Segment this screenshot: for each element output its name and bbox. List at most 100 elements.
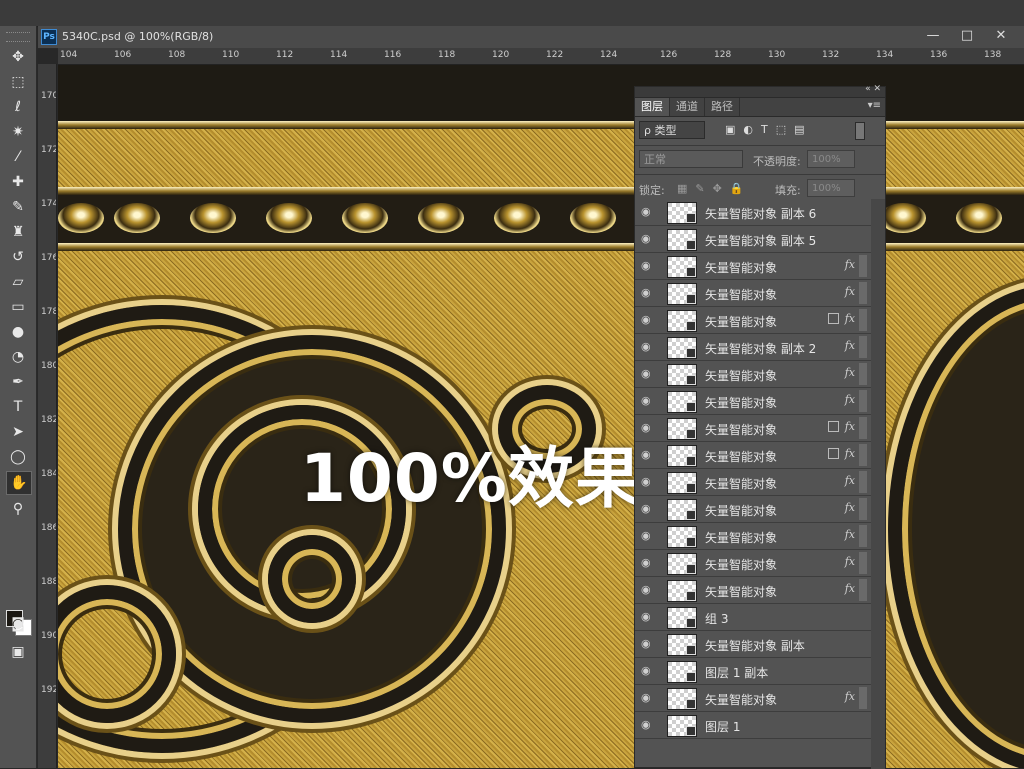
layer-row[interactable]: ◉ 矢量智能对象 fx	[635, 280, 871, 307]
minimize-button[interactable]: —	[916, 26, 950, 46]
visibility-eye-icon[interactable]: ◉	[641, 529, 651, 542]
layer-name[interactable]: 矢量智能对象 副本	[705, 637, 805, 654]
layer-name[interactable]: 矢量智能对象	[705, 691, 777, 708]
expand-effects-toggle[interactable]	[859, 579, 867, 601]
document-tab-bar[interactable]: Ps 5340C.psd @ 100%(RGB/8) — □ ✕	[38, 26, 1024, 49]
layer-name[interactable]: 矢量智能对象	[705, 529, 777, 546]
layer-row[interactable]: ◉ 矢量智能对象 fx	[635, 523, 871, 550]
layer-name[interactable]: 矢量智能对象 副本 5	[705, 232, 816, 249]
layer-name[interactable]: 矢量智能对象	[705, 475, 777, 492]
layer-row[interactable]: ◉ 矢量智能对象 fx	[635, 496, 871, 523]
visibility-eye-icon[interactable]: ◉	[641, 610, 651, 623]
marquee-icon[interactable]: ⬚	[6, 71, 30, 93]
visibility-eye-icon[interactable]: ◉	[641, 394, 651, 407]
fx-icon[interactable]: fx	[845, 474, 855, 487]
layer-row[interactable]: ◉ 矢量智能对象 fx	[635, 469, 871, 496]
layer-row[interactable]: ◉ 图层 1	[635, 712, 871, 739]
type-icon[interactable]: T	[6, 396, 30, 418]
tab-layers[interactable]: 图层	[635, 98, 670, 116]
dodge-icon[interactable]: ◔	[6, 346, 30, 368]
tab-paths[interactable]: 路径	[705, 98, 740, 116]
fx-icon[interactable]: fx	[845, 582, 855, 595]
brush-icon[interactable]: ✎	[6, 196, 30, 218]
lock-transparent-icon[interactable]: ▦	[677, 182, 687, 195]
layer-row[interactable]: ◉ 矢量智能对象 fx	[635, 388, 871, 415]
expand-effects-toggle[interactable]	[859, 417, 867, 439]
close-button[interactable]: ✕	[984, 26, 1018, 46]
layer-name[interactable]: 图层 1	[705, 718, 740, 735]
layer-row[interactable]: ◉ 矢量智能对象 fx	[635, 550, 871, 577]
vertical-ruler[interactable]: 170 172 174 176 178 180 182 184 186 188 …	[38, 64, 57, 768]
visibility-eye-icon[interactable]: ◉	[641, 286, 651, 299]
expand-effects-toggle[interactable]	[859, 687, 867, 709]
layer-name[interactable]: 矢量智能对象	[705, 259, 777, 276]
fx-icon[interactable]: fx	[845, 528, 855, 541]
document-title[interactable]: 5340C.psd @ 100%(RGB/8)	[62, 30, 213, 43]
hand-icon[interactable]: ✋	[6, 471, 32, 495]
visibility-eye-icon[interactable]: ◉	[641, 340, 651, 353]
visibility-eye-icon[interactable]: ◉	[641, 691, 651, 704]
expand-effects-toggle[interactable]	[859, 309, 867, 331]
visibility-eye-icon[interactable]: ◉	[641, 583, 651, 596]
screen-mode-icon[interactable]: ▣	[6, 641, 30, 663]
layer-name[interactable]: 矢量智能对象	[705, 421, 777, 438]
fx-icon[interactable]: fx	[845, 420, 855, 433]
layer-name[interactable]: 组 3	[705, 610, 728, 627]
zoom-icon[interactable]: ⚲	[6, 498, 30, 520]
fx-icon[interactable]: fx	[845, 312, 855, 325]
path-select-icon[interactable]: ➤	[6, 421, 30, 443]
history-brush-icon[interactable]: ↺	[6, 246, 30, 268]
visibility-eye-icon[interactable]: ◉	[641, 502, 651, 515]
visibility-eye-icon[interactable]: ◉	[641, 475, 651, 488]
smart-object-filter-icon[interactable]: ▤	[794, 123, 804, 136]
eyedropper-icon[interactable]: ⁄	[6, 146, 30, 168]
layer-row[interactable]: ◉ 矢量智能对象 副本 5	[635, 226, 871, 253]
layer-name[interactable]: 矢量智能对象 副本 2	[705, 340, 816, 357]
blend-mode-select[interactable]: 正常	[639, 150, 743, 168]
filter-type-select[interactable]: ρ 类型	[639, 121, 705, 139]
collapse-close-icon[interactable]: « ✕	[865, 84, 881, 94]
layer-row[interactable]: ◉ 矢量智能对象 fx	[635, 442, 871, 469]
layer-row[interactable]: ◉ 矢量智能对象 副本	[635, 631, 871, 658]
layer-row[interactable]: ◉ 矢量智能对象 fx	[635, 253, 871, 280]
fx-icon[interactable]: fx	[845, 690, 855, 703]
visibility-eye-icon[interactable]: ◉	[641, 367, 651, 380]
type-filter-icon[interactable]: T	[761, 123, 768, 136]
layer-name[interactable]: 矢量智能对象	[705, 583, 777, 600]
expand-effects-toggle[interactable]	[859, 282, 867, 304]
expand-effects-toggle[interactable]	[859, 336, 867, 358]
expand-effects-toggle[interactable]	[859, 471, 867, 493]
expand-effects-toggle[interactable]	[859, 444, 867, 466]
horizontal-ruler[interactable]: 104 106 108 110 112 114 116 118 120 122 …	[58, 48, 1024, 65]
visibility-eye-icon[interactable]: ◉	[641, 448, 651, 461]
pixel-filter-icon[interactable]: ▣	[725, 123, 735, 136]
panel-header[interactable]: « ✕	[635, 84, 885, 98]
fx-icon[interactable]: fx	[845, 285, 855, 298]
layer-name[interactable]: 矢量智能对象	[705, 286, 777, 303]
layer-name[interactable]: 矢量智能对象	[705, 394, 777, 411]
expand-effects-toggle[interactable]	[859, 552, 867, 574]
fx-icon[interactable]: fx	[845, 366, 855, 379]
pen-icon[interactable]: ✒	[6, 371, 30, 393]
expand-effects-toggle[interactable]	[859, 363, 867, 385]
move-icon[interactable]: ✥	[6, 46, 30, 68]
toolbar-grip[interactable]	[6, 32, 30, 42]
layer-name[interactable]: 矢量智能对象	[705, 556, 777, 573]
layer-name[interactable]: 图层 1 副本	[705, 664, 768, 681]
visibility-eye-icon[interactable]: ◉	[641, 232, 651, 245]
layer-row[interactable]: ◉ 组 3	[635, 604, 871, 631]
lasso-icon[interactable]: ℓ	[6, 96, 30, 118]
lock-position-icon[interactable]: ✥	[713, 182, 722, 195]
healing-brush-icon[interactable]: ✚	[6, 171, 30, 193]
filter-toggle[interactable]	[855, 122, 865, 140]
lock-all-icon[interactable]: 🔒	[730, 182, 744, 195]
expand-effects-toggle[interactable]	[859, 498, 867, 520]
layer-row[interactable]: ◉ 矢量智能对象 fx	[635, 307, 871, 334]
visibility-eye-icon[interactable]: ◉	[641, 664, 651, 677]
expand-effects-toggle[interactable]	[859, 525, 867, 547]
ellipse-icon[interactable]: ◯	[6, 446, 30, 468]
visibility-eye-icon[interactable]: ◉	[641, 421, 651, 434]
magic-wand-icon[interactable]: ✷	[6, 121, 30, 143]
fx-icon[interactable]: fx	[845, 447, 855, 460]
layer-row[interactable]: ◉ 矢量智能对象 fx	[635, 685, 871, 712]
